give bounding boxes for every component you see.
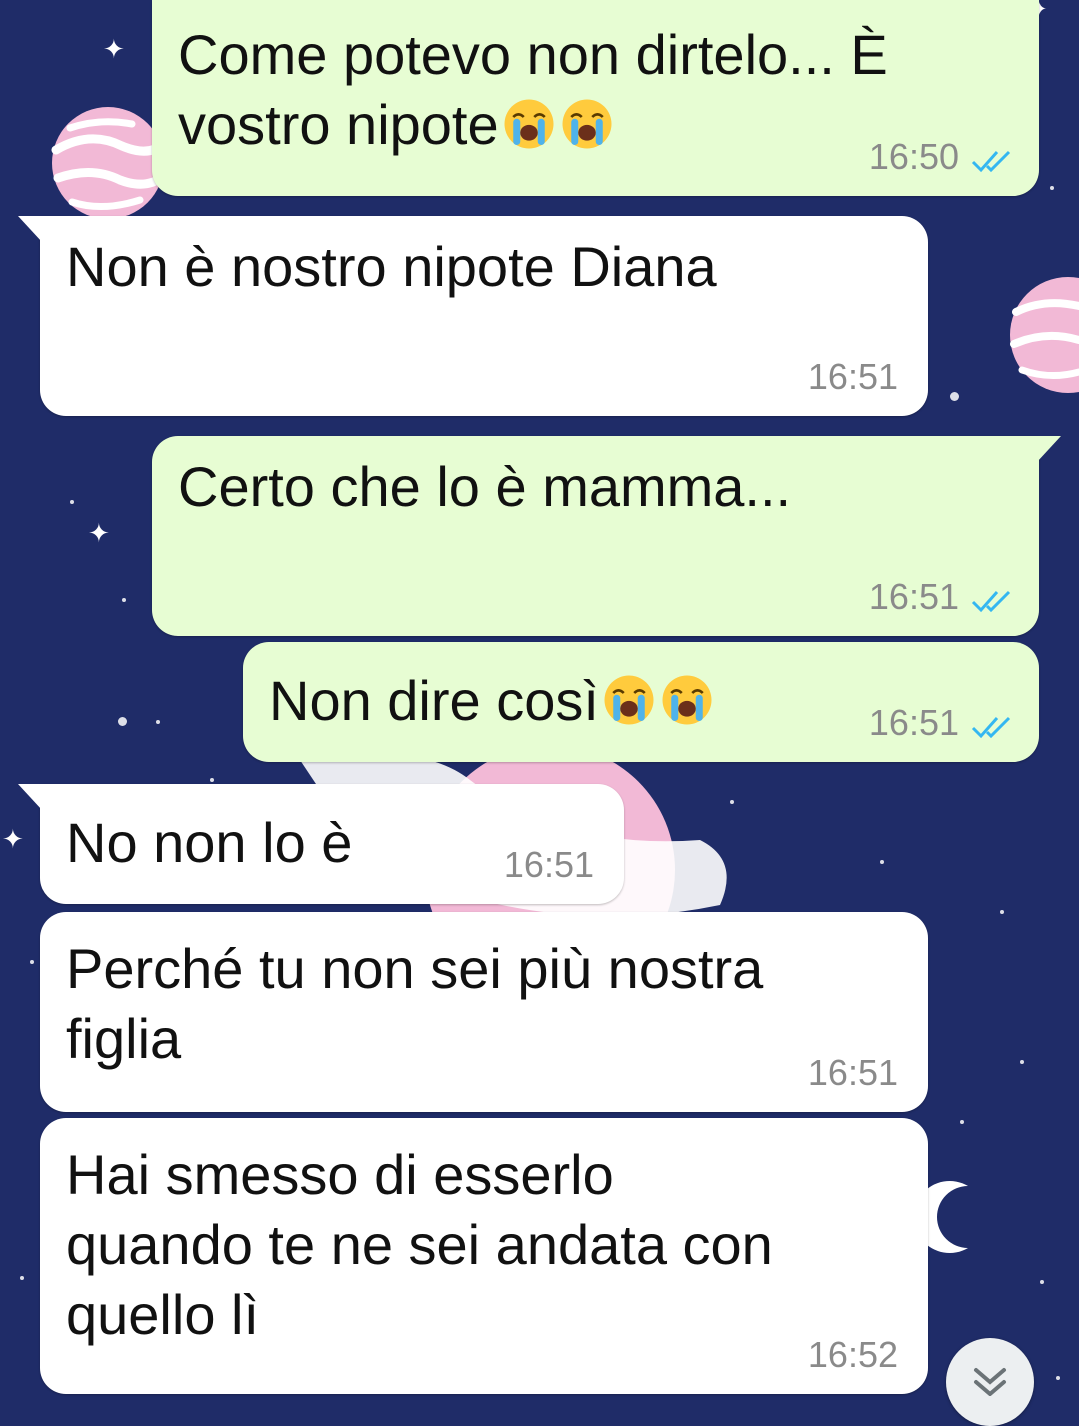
message-bubble-incoming[interactable]: No non lo è 16:51 (18, 784, 624, 904)
message-timestamp: 16:51 (868, 702, 959, 743)
message-text: Non è nostro nipote Diana (66, 235, 717, 298)
star-dot (1000, 910, 1004, 914)
chevron-double-down-icon (974, 1368, 1006, 1396)
star-dot (950, 392, 959, 401)
loudly-crying-face-emoji (504, 99, 554, 149)
star-dot (1040, 1280, 1044, 1284)
loudly-crying-face-emoji (662, 675, 712, 725)
message-timestamp: 16:51 (807, 356, 898, 397)
scroll-to-bottom-button[interactable] (946, 1338, 1034, 1426)
star: ✦ (103, 34, 125, 64)
star-dot (156, 720, 160, 724)
bubble-tail (1037, 436, 1061, 462)
message-bubble-outgoing[interactable]: Certo che lo è mamma... 16:51 (152, 436, 1061, 636)
planet-right (1010, 277, 1079, 393)
message-text: Perché tu non sei più nostra figlia (66, 937, 764, 1070)
message-text-content: Non dire così (269, 669, 599, 732)
star-dot (118, 717, 127, 726)
message-timestamp: 16:51 (503, 844, 594, 885)
message-bubble-incoming[interactable]: Hai smesso di esserlo quando te ne sei a… (40, 1118, 928, 1394)
bubble-tail (18, 784, 42, 810)
read-receipt-icon (971, 150, 1011, 173)
bubble-tail (18, 216, 42, 242)
message-bubble-outgoing[interactable]: Come potevo non dirtelo... È vostro nipo… (152, 0, 1039, 196)
star-dot (70, 500, 74, 504)
message-timestamp: 16:50 (868, 136, 959, 177)
message-bubble-outgoing[interactable]: Non dire così 16:51 (243, 642, 1039, 762)
message-text: Hai smesso di esserlo quando te ne sei a… (66, 1143, 773, 1346)
read-receipt-icon (971, 716, 1011, 739)
star-dot (960, 1120, 964, 1124)
message-bubble-incoming[interactable]: Non è nostro nipote Diana 16:51 (18, 216, 928, 416)
message-bubble-incoming[interactable]: Perché tu non sei più nostra figlia 16:5… (40, 912, 928, 1112)
star-dot (880, 860, 884, 864)
star: ✦ (2, 824, 24, 854)
star-dot (1056, 1376, 1060, 1380)
star-dot (30, 960, 34, 964)
loudly-crying-face-emoji (604, 675, 654, 725)
loudly-crying-face-emoji (562, 99, 612, 149)
star-dot (122, 598, 126, 602)
star: ✦ (88, 518, 110, 548)
message-text: Certo che lo è mamma... (178, 455, 792, 518)
read-receipt-icon (971, 590, 1011, 613)
message-timestamp: 16:51 (807, 1052, 898, 1093)
message-timestamp: 16:52 (807, 1334, 898, 1375)
planet-left (51, 107, 170, 219)
star-dot (1020, 1060, 1024, 1064)
star-dot (210, 778, 214, 782)
star-dot (1050, 186, 1054, 190)
star-dot (20, 1276, 24, 1280)
message-timestamp: 16:51 (868, 576, 959, 617)
star-dot (730, 800, 734, 804)
